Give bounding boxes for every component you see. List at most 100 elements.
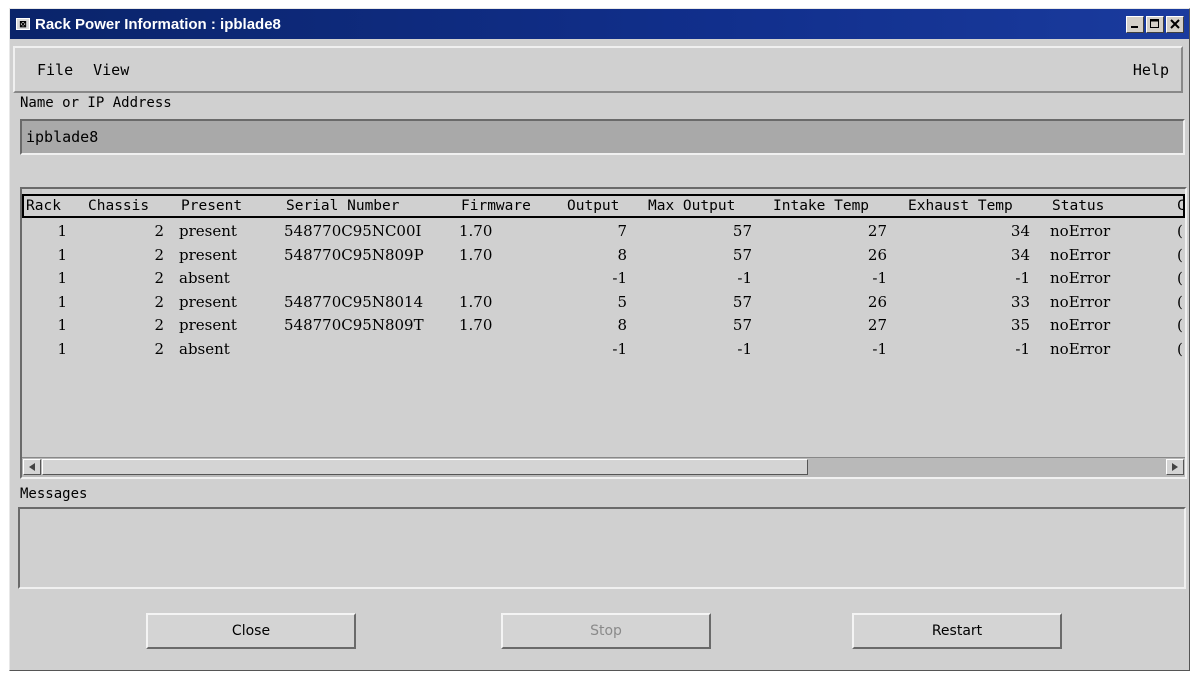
maximize-icon	[1150, 19, 1159, 28]
cell-max-output: 57	[732, 222, 752, 240]
cell-clipped-column: (	[1177, 245, 1183, 264]
table-row[interactable]: 1 2 absent -1 -1 -1 -1 noError (	[22, 267, 1185, 290]
cell-clipped-column: (	[1177, 222, 1183, 240]
cell-serial-number: 548770C95N809T	[284, 316, 424, 335]
cell-exhaust-temp: 35	[1010, 316, 1030, 335]
cell-clipped-column: (	[1177, 269, 1183, 288]
messages-area[interactable]	[18, 507, 1186, 589]
cell-chassis: 2	[154, 316, 164, 335]
cell-clipped-column: (	[1177, 340, 1183, 358]
cell-intake-temp: 27	[867, 316, 887, 335]
cell-serial-number: 548770C95NC00I	[284, 222, 422, 240]
close-button[interactable]: Close	[146, 613, 356, 649]
menu-view[interactable]: View	[93, 61, 129, 79]
cell-max-output: 57	[732, 245, 752, 264]
cell-status: noError	[1050, 269, 1111, 288]
menu-file[interactable]: File	[37, 61, 73, 79]
maximize-button[interactable]	[1146, 15, 1164, 33]
header-firmware[interactable]: Firmware	[461, 196, 531, 216]
cell-output: -1	[612, 340, 627, 358]
cell-status: noError	[1050, 340, 1111, 358]
table-row[interactable]: 1 2 absent -1 -1 -1 -1 noError (	[22, 338, 1185, 361]
cell-present: present	[179, 292, 237, 311]
cell-clipped-column: (	[1177, 316, 1183, 335]
table-row[interactable]: 1 2 present 548770C95N809P 1.70 8 57 26 34 noErro…	[22, 244, 1185, 267]
table-row[interactable]: 1 2 present 548770C95NC00I 1.70 7 57 27 34 noErro…	[22, 220, 1185, 243]
cell-max-output: 57	[732, 292, 752, 311]
app-icon: ⊠	[16, 18, 30, 30]
cell-rack: 1	[57, 292, 67, 311]
cell-chassis: 2	[154, 340, 164, 358]
cell-firmware: 1.70	[459, 316, 493, 335]
header-clipped-column[interactable]: C	[1177, 196, 1185, 216]
rack-power-table[interactable]: Rack Chassis Present Serial Number Firmw…	[20, 187, 1187, 479]
close-icon	[1170, 19, 1180, 29]
cell-serial-number: 548770C95N809P	[284, 245, 424, 264]
restart-button[interactable]: Restart	[852, 613, 1062, 649]
cell-max-output: -1	[737, 269, 752, 288]
header-output[interactable]: Output	[567, 196, 619, 216]
cell-present: present	[179, 245, 237, 264]
cell-output: 8	[617, 245, 627, 264]
header-status[interactable]: Status	[1052, 196, 1104, 216]
arrow-right-icon	[1172, 463, 1178, 471]
stop-button: Stop	[501, 613, 711, 649]
header-max-output[interactable]: Max Output	[648, 196, 735, 216]
cell-firmware: 1.70	[459, 292, 493, 311]
cell-output: -1	[612, 269, 627, 288]
cell-exhaust-temp: 34	[1010, 222, 1030, 240]
header-serial-number[interactable]: Serial Number	[286, 196, 400, 216]
horizontal-scrollbar[interactable]	[22, 457, 1185, 477]
cell-status: noError	[1050, 222, 1111, 240]
scroll-right-button[interactable]	[1166, 459, 1184, 475]
arrow-left-icon	[29, 463, 35, 471]
menu-bar: File View Help	[13, 46, 1183, 93]
header-chassis[interactable]: Chassis	[88, 196, 149, 216]
cell-exhaust-temp: -1	[1015, 340, 1030, 358]
header-intake-temp[interactable]: Intake Temp	[773, 196, 869, 216]
cell-exhaust-temp: 33	[1010, 292, 1030, 311]
cell-intake-temp: 27	[867, 222, 887, 240]
cell-output: 7	[617, 222, 627, 240]
cell-exhaust-temp: -1	[1015, 269, 1030, 288]
messages-label: Messages	[20, 486, 88, 502]
window-title: Rack Power Information : ipblade8	[35, 15, 281, 33]
table-row[interactable]: 1 2 present 548770C95N809T 1.70 8 57 27 35 noErro…	[22, 314, 1185, 337]
cell-chassis: 2	[154, 245, 164, 264]
cell-intake-temp: 26	[867, 245, 887, 264]
cell-output: 5	[617, 292, 627, 311]
table-row[interactable]: 1 2 present 548770C95N8014 1.70 5 57 26 33 noErro…	[22, 291, 1185, 314]
cell-rack: 1	[57, 245, 67, 264]
cell-status: noError	[1050, 245, 1111, 264]
title-bar[interactable]: ⊠ Rack Power Information : ipblade8	[10, 9, 1189, 39]
close-window-button[interactable]	[1166, 15, 1184, 33]
address-input[interactable]	[20, 119, 1185, 155]
address-label: Name or IP Address	[20, 95, 172, 111]
minimize-icon	[1131, 26, 1138, 28]
cell-chassis: 2	[154, 269, 164, 288]
cell-intake-temp: 26	[867, 292, 887, 311]
header-exhaust-temp[interactable]: Exhaust Temp	[908, 196, 1013, 216]
menu-help[interactable]: Help	[1133, 61, 1169, 79]
cell-intake-temp: -1	[872, 269, 887, 288]
scrollbar-thumb[interactable]	[42, 459, 808, 475]
cell-output: 8	[617, 316, 627, 335]
cell-present: absent	[179, 269, 230, 288]
cell-status: noError	[1050, 292, 1111, 311]
cell-max-output: 57	[732, 316, 752, 335]
header-present[interactable]: Present	[181, 196, 242, 216]
cell-intake-temp: -1	[872, 340, 887, 358]
cell-firmware: 1.70	[459, 245, 493, 264]
cell-clipped-column: (	[1177, 292, 1183, 311]
cell-max-output: -1	[737, 340, 752, 358]
scroll-left-button[interactable]	[23, 459, 41, 475]
minimize-button[interactable]	[1126, 15, 1144, 33]
cell-rack: 1	[57, 340, 67, 358]
cell-status: noError	[1050, 316, 1111, 335]
rack-power-window: ⊠ Rack Power Information : ipblade8 File…	[9, 8, 1190, 671]
cell-rack: 1	[57, 269, 67, 288]
header-rack[interactable]: Rack	[26, 196, 61, 216]
cell-rack: 1	[57, 316, 67, 335]
cell-present: absent	[179, 340, 230, 358]
table-header: Rack Chassis Present Serial Number Firmw…	[22, 194, 1185, 218]
